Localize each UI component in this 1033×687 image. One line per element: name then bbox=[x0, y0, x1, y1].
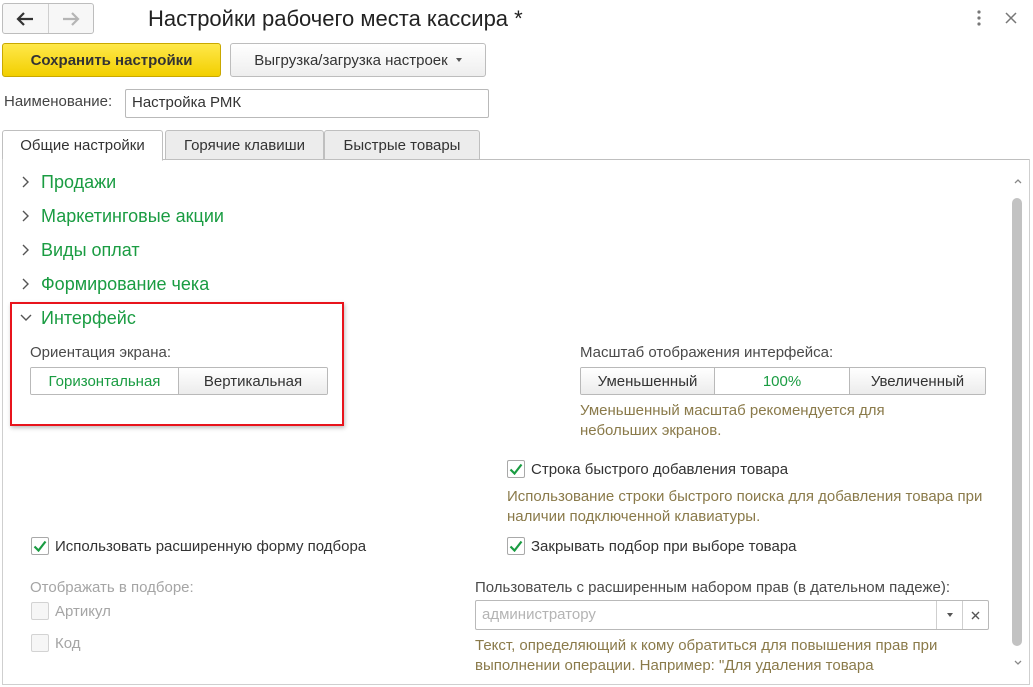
scale-small-button[interactable]: Уменьшенный bbox=[581, 368, 714, 394]
tab-quick-goods[interactable]: Быстрые товары bbox=[324, 130, 480, 160]
scale-label: Масштаб отображения интерфейса: bbox=[580, 344, 834, 361]
tab-bar: Общие настройки Горячие клавиши Быстрые … bbox=[2, 130, 1030, 161]
orientation-switch: Горизонтальная Вертикальная bbox=[30, 367, 328, 395]
quick-add-label: Строка быстрого добавления товара bbox=[531, 460, 789, 478]
window-title: Настройки рабочего места кассира * bbox=[148, 6, 523, 31]
back-button[interactable] bbox=[3, 4, 48, 33]
group-marketing[interactable]: Маркетинговые акции bbox=[20, 204, 224, 228]
highlight-frame bbox=[10, 302, 344, 426]
orientation-vertical-button[interactable]: Вертикальная bbox=[178, 368, 327, 394]
export-import-dropdown[interactable]: Выгрузка/загрузка настроек bbox=[230, 43, 486, 77]
close-on-select-checkbox[interactable] bbox=[507, 537, 525, 555]
scrollbar-thumb[interactable] bbox=[1012, 198, 1022, 646]
code-label: Код bbox=[55, 634, 81, 652]
extended-form-checkbox[interactable] bbox=[31, 537, 49, 555]
history-nav bbox=[2, 3, 94, 34]
chevron-down-icon bbox=[946, 613, 953, 617]
orientation-label: Ориентация экрана: bbox=[30, 344, 172, 361]
group-label: Продажи bbox=[41, 171, 117, 192]
show-in-selection-label: Отображать в подборе: bbox=[30, 579, 194, 596]
arrow-left-icon bbox=[16, 11, 34, 26]
quick-add-hint: Использование строки быстрого поиска для… bbox=[507, 488, 983, 525]
name-input[interactable]: Настройка РМК bbox=[125, 89, 489, 118]
group-label: Формирование чека bbox=[41, 273, 210, 294]
chevron-right-icon bbox=[20, 176, 32, 188]
scroll-up-icon bbox=[1014, 179, 1022, 184]
privileged-user-input[interactable]: администратору bbox=[476, 601, 936, 629]
group-label: Виды оплат bbox=[41, 239, 140, 260]
article-label: Артикул bbox=[55, 602, 111, 620]
save-settings-button[interactable]: Сохранить настройки bbox=[2, 43, 221, 77]
tab-hotkeys[interactable]: Горячие клавиши bbox=[165, 130, 324, 160]
checkmark-icon bbox=[509, 540, 523, 552]
chevron-right-icon bbox=[20, 244, 32, 256]
name-label: Наименование: bbox=[4, 93, 113, 110]
chevron-right-icon bbox=[20, 278, 32, 290]
group-label: Маркетинговые акции bbox=[41, 205, 224, 226]
scale-100-button[interactable]: 100% bbox=[714, 368, 849, 394]
close-on-select-option: Закрывать подбор при выборе товара bbox=[507, 537, 797, 555]
quick-add-option: Строка быстрого добавления товара bbox=[507, 460, 788, 478]
privileged-user-field[interactable]: администратору bbox=[475, 600, 989, 630]
checkmark-icon bbox=[33, 540, 47, 552]
privileged-user-label: Пользователь с расширенным набором прав … bbox=[475, 579, 950, 596]
dropdown-button[interactable] bbox=[936, 601, 962, 629]
scroll-down-icon bbox=[1014, 660, 1022, 665]
group-sales[interactable]: Продажи bbox=[20, 170, 116, 194]
extended-form-label: Использовать расширенную форму подбора bbox=[55, 537, 367, 555]
forward-button[interactable] bbox=[47, 4, 94, 33]
code-checkbox[interactable] bbox=[31, 634, 49, 652]
code-option: Код bbox=[31, 634, 81, 652]
quick-add-checkbox[interactable] bbox=[507, 460, 525, 478]
article-checkbox[interactable] bbox=[31, 602, 49, 620]
privileged-user-hint: Текст, определяющий к кому обратиться дл… bbox=[475, 637, 938, 674]
checkmark-icon bbox=[509, 463, 523, 475]
clear-icon bbox=[971, 611, 980, 619]
tab-general[interactable]: Общие настройки bbox=[2, 130, 163, 161]
group-payment-types[interactable]: Виды оплат bbox=[20, 238, 140, 262]
scale-switch: Уменьшенный 100% Увеличенный bbox=[580, 367, 986, 395]
clear-button[interactable] bbox=[962, 601, 988, 629]
more-actions-icon[interactable] bbox=[970, 8, 988, 28]
article-option: Артикул bbox=[31, 602, 111, 620]
close-on-select-label: Закрывать подбор при выборе товара bbox=[531, 537, 797, 555]
export-import-label: Выгрузка/загрузка настроек bbox=[254, 51, 448, 69]
group-receipt[interactable]: Формирование чека bbox=[20, 272, 209, 296]
orientation-horizontal-button[interactable]: Горизонтальная bbox=[31, 368, 178, 394]
extended-form-option: Использовать расширенную форму подбора bbox=[31, 537, 366, 555]
chevron-right-icon bbox=[20, 210, 32, 222]
chevron-down-icon bbox=[455, 58, 462, 62]
scale-hint: Уменьшенный масштаб рекомендуется для не… bbox=[580, 402, 885, 439]
arrow-right-icon bbox=[62, 11, 80, 26]
close-window-icon[interactable] bbox=[999, 6, 1023, 30]
scale-large-button[interactable]: Увеличенный bbox=[849, 368, 985, 394]
